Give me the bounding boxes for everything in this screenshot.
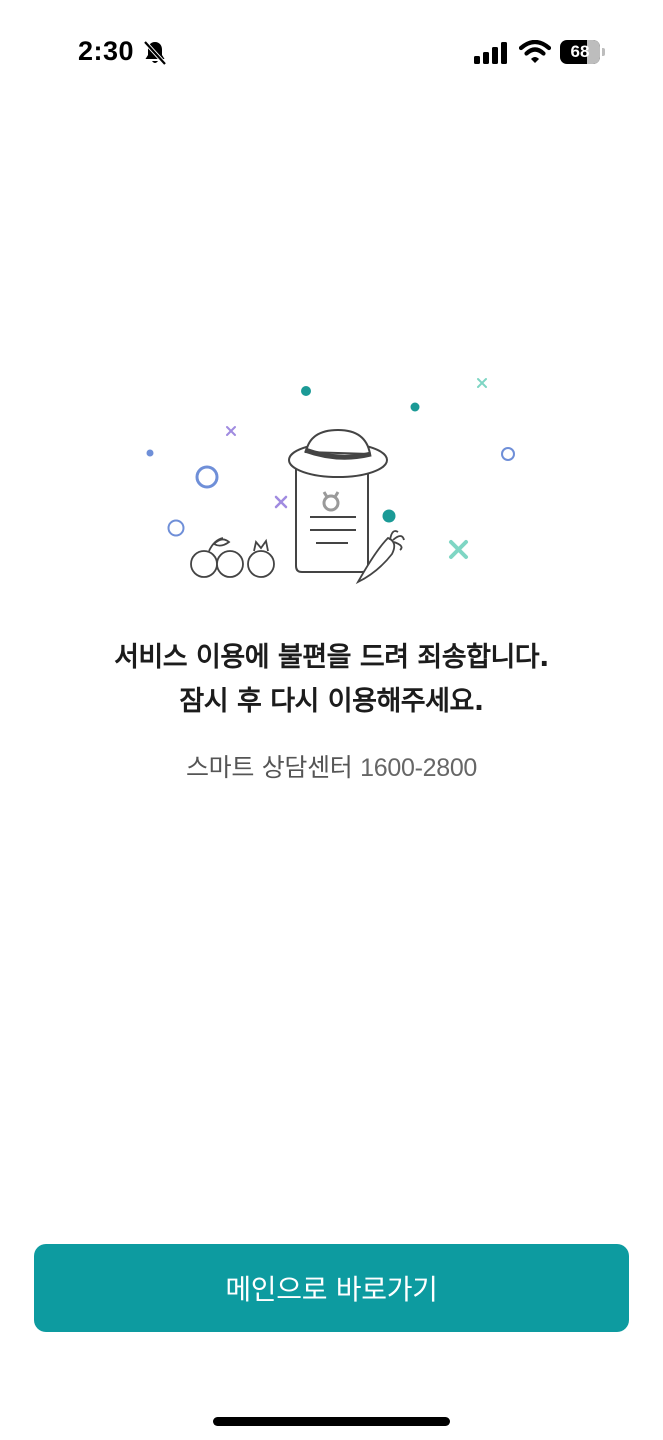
contact-phone[interactable]: 1600-2800 xyxy=(360,754,477,782)
battery-body: 68 xyxy=(560,40,600,64)
error-illustration xyxy=(146,378,515,585)
cross-decoration xyxy=(449,540,468,559)
dot-decoration xyxy=(410,402,420,412)
hat-icon xyxy=(288,428,388,478)
battery-indicator: 68 xyxy=(560,40,606,64)
status-bar: 2:30 68 xyxy=(0,0,663,100)
wifi-icon xyxy=(519,40,551,63)
go-to-main-button[interactable]: 메인으로 바로가기 xyxy=(34,1244,629,1332)
contact-label: 스마트 상담센터 xyxy=(185,753,353,782)
error-message: 서비스 이용에 불편을 드려 죄송합니다. 잠시 후 다시 이용해주세요. xyxy=(0,636,663,724)
status-time: 2:30 xyxy=(78,36,135,66)
battery-cap xyxy=(602,48,605,56)
error-title-line-1: 서비스 이용에 불편을 드려 죄송합니다. xyxy=(114,642,549,673)
cross-decoration xyxy=(274,495,288,509)
bell-slash-icon xyxy=(143,40,167,66)
cross-decoration xyxy=(226,426,236,436)
ring-decoration xyxy=(501,447,515,461)
contact-info: 스마트 상담센터 1600-2800 xyxy=(0,748,663,784)
home-indicator[interactable] xyxy=(213,1417,450,1426)
dot-decoration xyxy=(301,386,311,396)
ring-decoration xyxy=(167,519,185,537)
battery-percent: 68 xyxy=(570,42,590,61)
dot-decoration xyxy=(382,509,396,523)
ring-decoration xyxy=(195,465,219,489)
error-title-line-2: 잠시 후 다시 이용해주세요. xyxy=(179,686,484,717)
fruits-icon xyxy=(190,537,275,578)
cross-decoration xyxy=(477,378,487,388)
cellular-signal-icon xyxy=(474,42,507,64)
dot-decoration xyxy=(146,449,154,457)
